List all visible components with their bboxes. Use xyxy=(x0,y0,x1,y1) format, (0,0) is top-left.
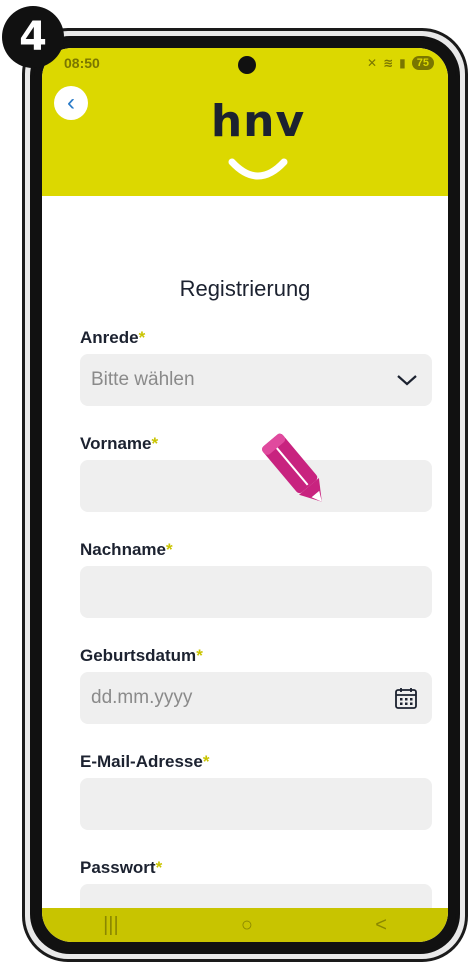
salutation-value: Bitte wählen xyxy=(91,369,195,390)
email-label: E-Mail-Adresse* xyxy=(80,752,210,771)
calendar-icon[interactable] xyxy=(394,686,418,710)
phone-bezel: 08:50 ✕ ≋ ▮ 75 ‹ hnv Registrierung Anred… xyxy=(30,36,460,954)
pencil-icon xyxy=(262,433,322,502)
chevron-left-icon: ‹ xyxy=(67,89,75,116)
wifi-icon: ≋ xyxy=(383,56,394,70)
status-time: 08:50 xyxy=(64,55,100,71)
battery-indicator: 75 xyxy=(411,56,434,70)
hnv-logo: hnv xyxy=(208,96,308,186)
birthdate-input[interactable]: dd.mm.yyyy xyxy=(80,672,432,724)
first-name-label: Vorname* xyxy=(80,434,159,453)
signal-icon: ▮ xyxy=(399,56,406,70)
status-bar: 08:50 ✕ ≋ ▮ 75 xyxy=(42,48,448,78)
chevron-down-icon xyxy=(396,373,418,387)
app-header: 08:50 ✕ ≋ ▮ 75 ‹ hnv xyxy=(42,48,448,196)
smile-icon xyxy=(228,158,288,180)
page-title: Registrierung xyxy=(179,276,311,301)
birthdate-label: Geburtsdatum* xyxy=(80,646,203,665)
last-name-label: Nachname* xyxy=(80,540,173,559)
status-icons: ✕ ≋ ▮ 75 xyxy=(367,56,434,70)
mute-icon: ✕ xyxy=(367,56,378,70)
back-button[interactable]: ‹ xyxy=(54,86,88,120)
step-number-badge: 4 xyxy=(2,6,64,68)
email-input[interactable] xyxy=(80,778,432,830)
home-button[interactable]: ○ xyxy=(241,914,253,937)
password-label: Passwort* xyxy=(80,858,163,877)
salutation-select[interactable]: Bitte wählen xyxy=(80,354,432,406)
front-camera xyxy=(238,56,256,74)
salutation-label: Anrede* xyxy=(80,328,146,347)
registration-form: Registrierung Anrede* Bitte wählen Vorna… xyxy=(42,196,448,936)
last-name-input[interactable] xyxy=(80,566,432,618)
app-screen: 08:50 ✕ ≋ ▮ 75 ‹ hnv Registrierung Anred… xyxy=(42,48,448,942)
recent-apps-button[interactable]: ||| xyxy=(103,914,119,937)
birthdate-placeholder: dd.mm.yyyy xyxy=(91,687,193,708)
system-nav-bar: ||| ○ < xyxy=(42,908,448,942)
system-back-button[interactable]: < xyxy=(375,914,387,937)
